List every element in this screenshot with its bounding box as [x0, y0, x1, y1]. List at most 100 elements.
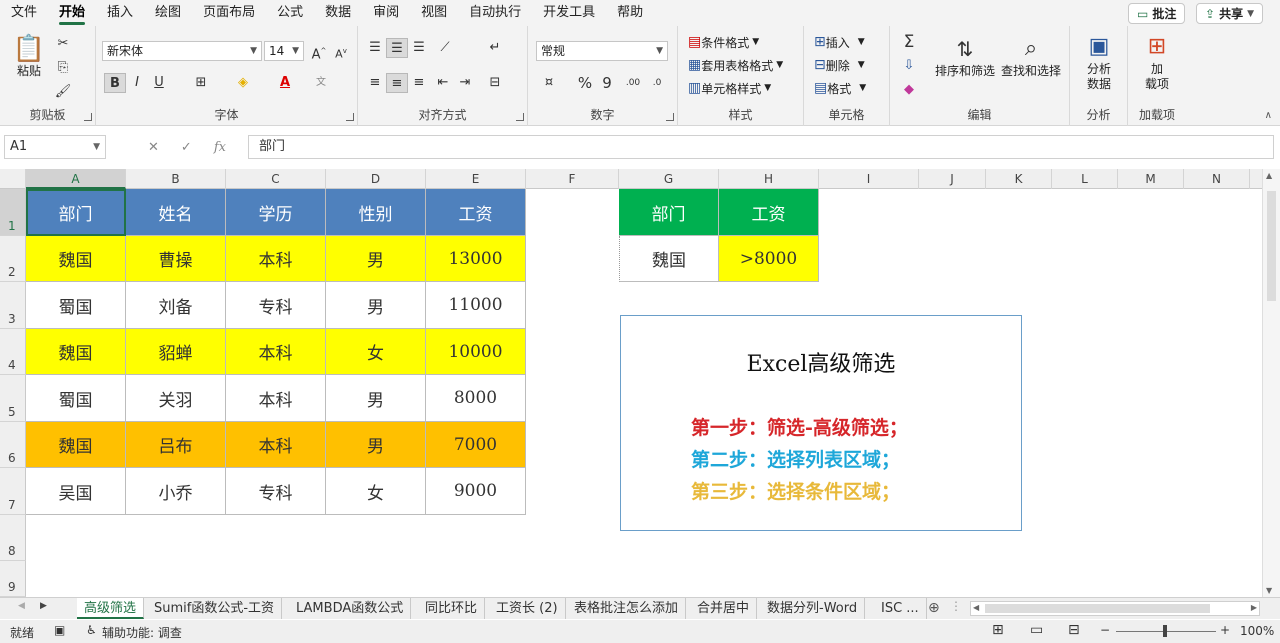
- increase-decimal-icon[interactable]: .00: [622, 73, 644, 93]
- increase-font-icon[interactable]: A^: [308, 41, 330, 62]
- table-cell[interactable]: 本科: [226, 375, 326, 422]
- column-header-l[interactable]: L: [1052, 169, 1118, 189]
- sheet-tab[interactable]: Sumif函数公式-工资: [147, 598, 283, 619]
- accessibility-status[interactable]: 辅助功能: 调查: [102, 624, 182, 641]
- decrease-font-icon[interactable]: Av: [330, 41, 352, 61]
- table-cell[interactable]: 男: [326, 375, 426, 422]
- row-header-1[interactable]: 1: [0, 189, 26, 236]
- menu-review[interactable]: 审阅: [362, 0, 410, 26]
- fill-icon[interactable]: ⇩: [898, 56, 920, 76]
- accessibility-icon[interactable]: ♿: [86, 623, 97, 637]
- phonetic-icon[interactable]: 文: [310, 73, 332, 93]
- table-cell[interactable]: 刘备: [126, 282, 226, 329]
- conditional-format-button[interactable]: ▤ 条件格式 ▼: [688, 33, 759, 51]
- row-header-2[interactable]: 2: [0, 236, 26, 282]
- border-icon[interactable]: ⊞: [190, 73, 212, 93]
- sheet-tab[interactable]: 合并居中: [690, 598, 758, 619]
- table-cell[interactable]: 11000: [426, 282, 526, 329]
- menu-developer[interactable]: 开发工具: [532, 0, 606, 26]
- cell-style-button[interactable]: ▥ 单元格样式 ▼: [688, 79, 771, 97]
- table-cell[interactable]: 9000: [426, 468, 526, 515]
- column-header-k[interactable]: K: [986, 169, 1052, 189]
- table-cell[interactable]: 本科: [226, 329, 326, 375]
- insert-cells-button[interactable]: ⊞ 插入 ▼: [814, 33, 865, 51]
- table-cell[interactable]: 魏国: [26, 329, 126, 375]
- vertical-scrollbar[interactable]: ▲ ▼: [1262, 169, 1280, 597]
- table-cell[interactable]: 魏国: [26, 422, 126, 468]
- table-cell[interactable]: 吕布: [126, 422, 226, 468]
- italic-button[interactable]: I: [126, 73, 148, 93]
- format-painter-icon[interactable]: 🖌: [52, 82, 74, 102]
- table-header-cell[interactable]: 部门: [26, 189, 126, 236]
- align-middle-icon[interactable]: ☰: [386, 38, 408, 58]
- align-left-icon[interactable]: ≡: [364, 73, 386, 93]
- row-header-7[interactable]: 7: [0, 468, 26, 515]
- row-header-4[interactable]: 4: [0, 329, 26, 375]
- table-cell[interactable]: 10000: [426, 329, 526, 375]
- zoom-slider-thumb[interactable]: [1163, 625, 1167, 637]
- row-header-6[interactable]: 6: [0, 422, 26, 468]
- confirm-icon[interactable]: ✓: [181, 140, 192, 155]
- scroll-right-icon[interactable]: ▶: [1251, 603, 1257, 612]
- table-cell[interactable]: 蜀国: [26, 375, 126, 422]
- column-header-f[interactable]: F: [526, 169, 619, 189]
- row-header-9[interactable]: 9: [0, 561, 26, 597]
- table-format-button[interactable]: ▦ 套用表格格式 ▼: [688, 56, 783, 74]
- select-all-corner[interactable]: [0, 169, 26, 189]
- bold-button[interactable]: B: [104, 73, 126, 93]
- align-top-icon[interactable]: ☰: [364, 38, 386, 58]
- align-bottom-icon[interactable]: ☰: [408, 38, 430, 58]
- column-header-g[interactable]: G: [619, 169, 719, 189]
- table-cell[interactable]: 8000: [426, 375, 526, 422]
- table-cell[interactable]: 女: [326, 468, 426, 515]
- decrease-decimal-icon[interactable]: .0: [646, 73, 668, 93]
- table-cell[interactable]: 本科: [226, 236, 326, 282]
- align-right-icon[interactable]: ≡: [408, 73, 430, 93]
- sheet-tab[interactable]: LAMBDA函数公式: [289, 598, 412, 619]
- table-cell[interactable]: 小乔: [126, 468, 226, 515]
- comment-button[interactable]: ▭ 批注: [1128, 3, 1186, 24]
- macro-record-icon[interactable]: ▣: [54, 623, 65, 637]
- table-cell[interactable]: 男: [326, 422, 426, 468]
- share-button[interactable]: ⇪ 共享 ▼: [1196, 3, 1263, 24]
- clipboard-launcher-icon[interactable]: [84, 113, 92, 121]
- table-cell[interactable]: 男: [326, 282, 426, 329]
- cut-icon[interactable]: ✂: [52, 34, 74, 54]
- menu-automate[interactable]: 自动执行: [458, 0, 532, 26]
- zoom-in-icon[interactable]: +: [1220, 623, 1230, 637]
- sheet-tab[interactable]: 表格批注怎么添加: [567, 598, 687, 619]
- function-icon[interactable]: fx: [214, 140, 226, 155]
- page-break-view-icon[interactable]: ⊟: [1068, 622, 1080, 638]
- formula-input[interactable]: 部门: [248, 135, 1274, 159]
- menu-home[interactable]: 开始: [48, 0, 96, 26]
- table-header-cell[interactable]: 性别: [326, 189, 426, 236]
- normal-view-icon[interactable]: ⊞: [992, 622, 1004, 638]
- add-sheet-icon[interactable]: ⊕: [928, 600, 940, 616]
- currency-icon[interactable]: ¤: [538, 73, 560, 93]
- find-select-button[interactable]: ⌕ 查找和选择: [998, 34, 1064, 79]
- row-header-3[interactable]: 3: [0, 282, 26, 329]
- table-cell[interactable]: 貂蝉: [126, 329, 226, 375]
- table-cell[interactable]: 7000: [426, 422, 526, 468]
- menu-data[interactable]: 数据: [314, 0, 362, 26]
- column-header-c[interactable]: C: [226, 169, 326, 189]
- menu-view[interactable]: 视图: [410, 0, 458, 26]
- underline-button[interactable]: U: [148, 73, 170, 93]
- table-cell[interactable]: 13000: [426, 236, 526, 282]
- table-cell[interactable]: 男: [326, 236, 426, 282]
- column-header-h[interactable]: H: [719, 169, 819, 189]
- percent-icon[interactable]: %: [574, 73, 596, 93]
- menu-page-layout[interactable]: 页面布局: [192, 0, 266, 26]
- next-sheet-icon[interactable]: ▶: [40, 601, 47, 611]
- criteria-header-cell[interactable]: 部门: [619, 189, 719, 236]
- scroll-down-icon[interactable]: ▼: [1266, 586, 1272, 595]
- table-header-cell[interactable]: 工资: [426, 189, 526, 236]
- collapse-ribbon-icon[interactable]: ∧: [1265, 110, 1272, 121]
- cancel-icon[interactable]: ✕: [148, 140, 159, 155]
- criteria-header-cell[interactable]: 工资: [719, 189, 819, 236]
- table-cell[interactable]: 曹操: [126, 236, 226, 282]
- column-header-a[interactable]: A: [26, 169, 126, 189]
- zoom-level[interactable]: 100%: [1240, 624, 1274, 638]
- font-name-select[interactable]: 新宋体 ▼: [102, 41, 262, 61]
- decrease-indent-icon[interactable]: ⇤: [432, 73, 454, 93]
